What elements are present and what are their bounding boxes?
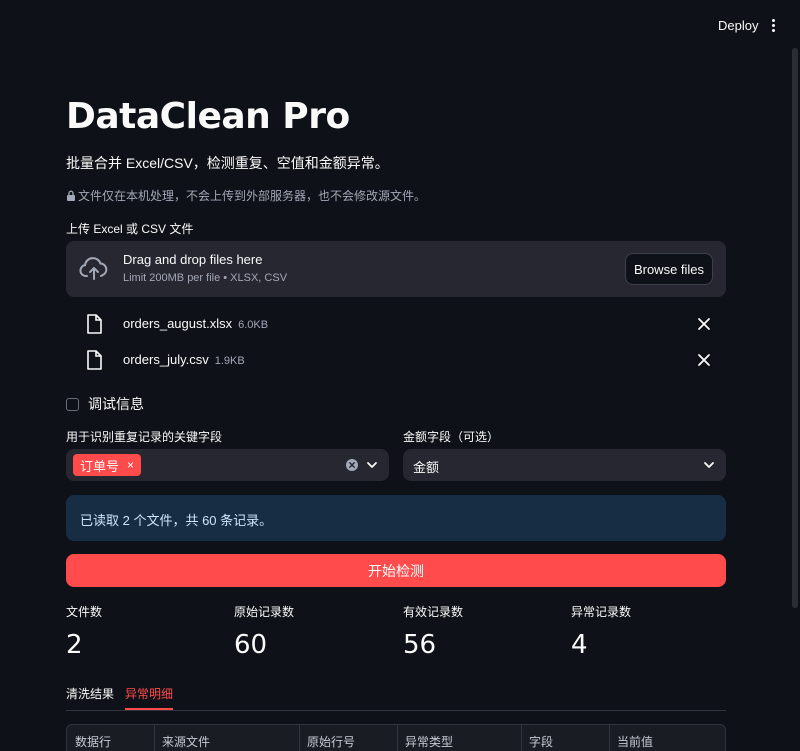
- column-header[interactable]: 数据行: [75, 733, 111, 750]
- file-icon: [87, 314, 102, 334]
- column-header[interactable]: 原始行号: [307, 733, 355, 750]
- start-detection-button[interactable]: 开始检测: [66, 554, 726, 587]
- metric-label: 文件数: [66, 605, 103, 619]
- page-title: DataClean Pro: [66, 96, 350, 137]
- close-icon[interactable]: [696, 316, 712, 332]
- lock-icon: [67, 190, 75, 201]
- metric-label: 有效记录数: [403, 605, 464, 619]
- metric-value: 4: [571, 630, 588, 660]
- cloud-upload-icon: [79, 257, 108, 280]
- column-header[interactable]: 字段: [529, 733, 553, 750]
- metric-raw-records: 原始记录数 60: [234, 603, 402, 660]
- metric-value: 60: [234, 630, 268, 660]
- amount-field-select[interactable]: 金额: [403, 449, 726, 481]
- file-name: orders_august.xlsx 6.0KB: [123, 316, 268, 331]
- chevron-down-icon[interactable]: [366, 460, 378, 470]
- column-divider[interactable]: [154, 725, 155, 751]
- scrollbar-thumb[interactable]: [792, 48, 798, 608]
- metric-file-count: 文件数 2: [66, 603, 234, 660]
- amount-field-value: 金额: [413, 460, 440, 475]
- column-divider[interactable]: [299, 725, 300, 751]
- selected-tag: 订单号 ×: [73, 454, 142, 476]
- tab-anomaly-details[interactable]: 异常明细: [125, 683, 174, 710]
- metric-value: 2: [66, 630, 83, 660]
- column-divider[interactable]: [521, 725, 522, 751]
- key-fields-label: 用于识别重复记录的关键字段: [66, 430, 223, 444]
- tag-remove-icon[interactable]: ×: [127, 458, 134, 472]
- column-header[interactable]: 异常类型: [405, 733, 453, 750]
- debug-label: 调试信息: [88, 396, 144, 412]
- page-subtitle: 批量合并 Excel/CSV，检测重复、空值和金额异常。: [66, 155, 389, 171]
- metric-value: 56: [403, 630, 437, 660]
- scrollbar[interactable]: [790, 48, 800, 751]
- metric-label: 原始记录数: [234, 605, 295, 619]
- debug-checkbox-row[interactable]: 调试信息: [66, 394, 144, 414]
- metric-valid-records: 有效记录数 56: [403, 603, 571, 660]
- uploaded-file-row: orders_august.xlsx 6.0KB: [66, 308, 726, 338]
- metric-anomaly-records: 异常记录数 4: [571, 603, 739, 660]
- metric-label: 异常记录数: [571, 605, 632, 619]
- selected-tag-label: 订单号: [80, 458, 120, 474]
- anomaly-table[interactable]: 数据行 来源文件 原始行号 异常类型 字段 当前值: [66, 724, 726, 751]
- amount-field-label: 金额字段（可选）: [403, 430, 500, 444]
- tab-clean-results[interactable]: 清洗结果: [66, 683, 114, 710]
- dropzone-limit: Limit 200MB per file • XLSX, CSV: [123, 272, 288, 284]
- file-name-text: orders_july.csv: [123, 352, 209, 367]
- dropzone-title: Drag and drop files here: [123, 252, 263, 267]
- uploaded-file-row: orders_july.csv 1.9KB: [66, 344, 726, 374]
- column-divider[interactable]: [397, 725, 398, 751]
- file-size: 1.9KB: [214, 355, 245, 367]
- file-size: 6.0KB: [238, 319, 269, 331]
- column-header[interactable]: 当前值: [617, 733, 653, 750]
- upload-label: 上传 Excel 或 CSV 文件: [66, 222, 194, 236]
- vertical-dots-icon[interactable]: [764, 14, 782, 36]
- clear-icon[interactable]: [346, 459, 358, 471]
- debug-checkbox[interactable]: [66, 397, 79, 411]
- privacy-note: 文件仅在本机处理，不会上传到外部服务器，也不会修改源文件。: [66, 187, 426, 204]
- column-header[interactable]: 来源文件: [162, 733, 210, 750]
- file-icon: [87, 350, 102, 370]
- browse-files-button[interactable]: Browse files: [625, 253, 713, 285]
- close-icon[interactable]: [696, 352, 712, 368]
- file-name: orders_july.csv 1.9KB: [123, 352, 245, 367]
- top-bar: Deploy: [0, 0, 800, 48]
- chevron-down-icon[interactable]: [703, 460, 715, 470]
- key-fields-multiselect[interactable]: 订单号 ×: [66, 449, 389, 481]
- file-name-text: orders_august.xlsx: [123, 316, 233, 331]
- info-alert: 已读取 2 个文件，共 60 条记录。: [66, 495, 726, 541]
- file-dropzone[interactable]: Drag and drop files here Limit 200MB per…: [66, 241, 726, 297]
- privacy-note-text: 文件仅在本机处理，不会上传到外部服务器，也不会修改源文件。: [78, 189, 427, 203]
- column-divider[interactable]: [609, 725, 610, 751]
- deploy-button[interactable]: Deploy: [712, 15, 764, 35]
- result-tabs: 清洗结果 异常明细: [66, 683, 726, 711]
